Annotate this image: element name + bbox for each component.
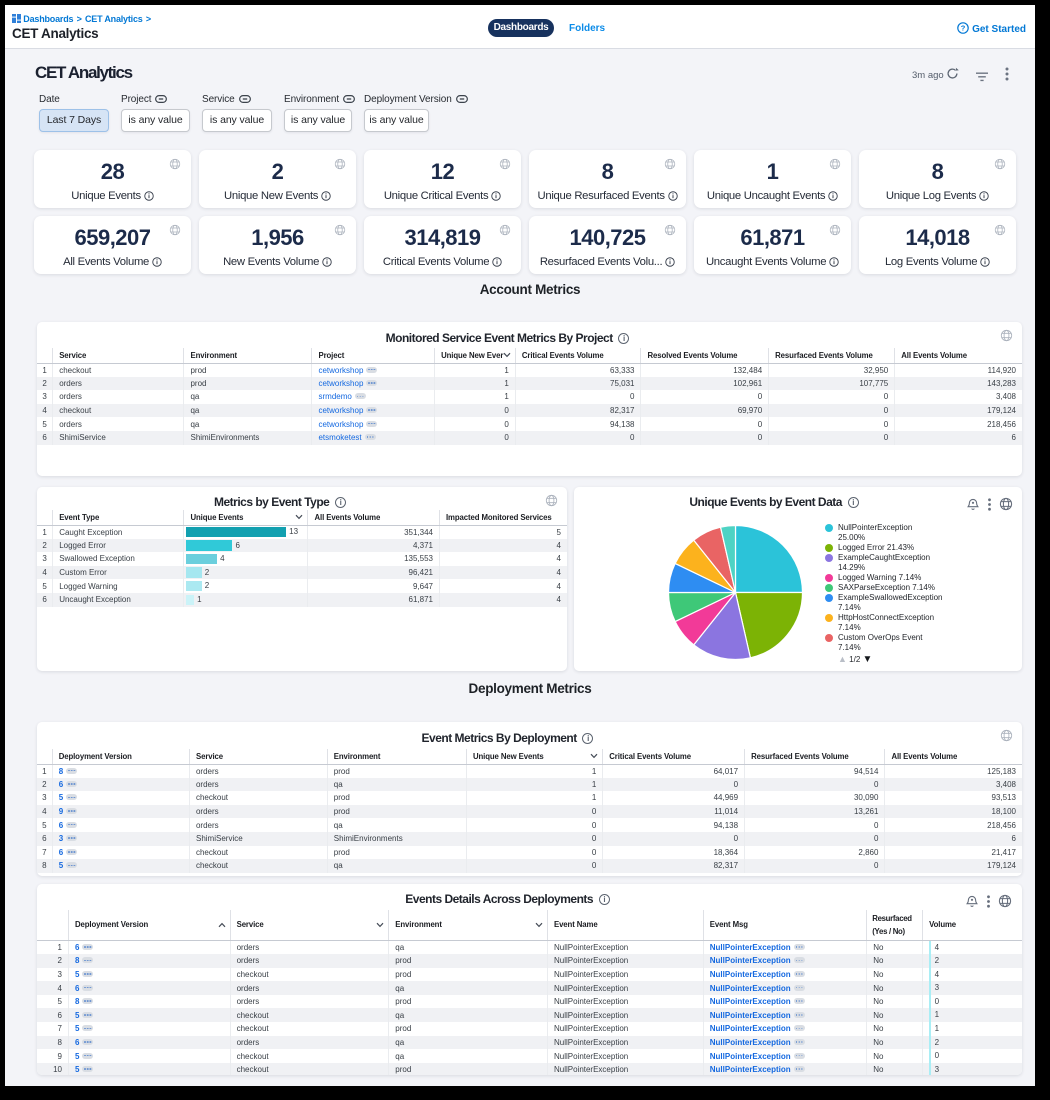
svg-text:?: ? [961,24,966,33]
